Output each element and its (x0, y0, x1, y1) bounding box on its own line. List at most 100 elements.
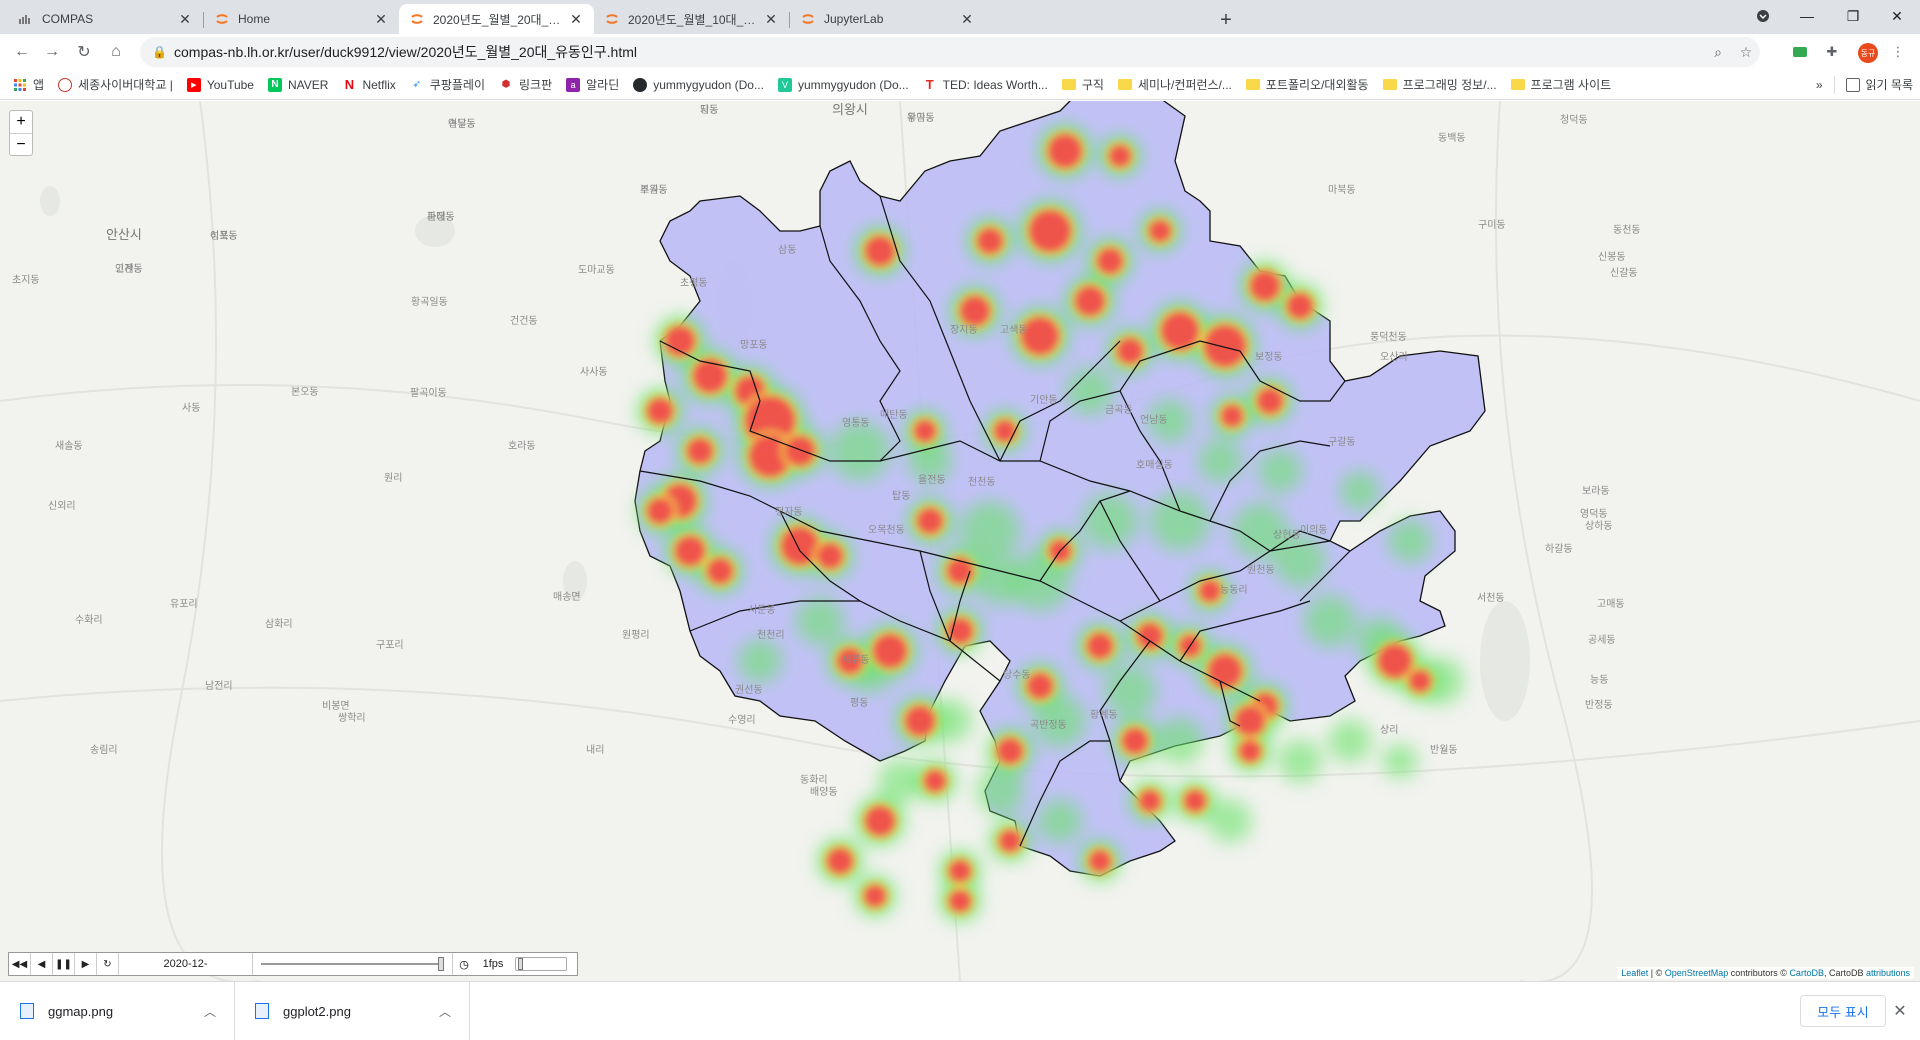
chevron-up-icon[interactable]: ︿ (439, 1003, 451, 1020)
chevron-up-icon[interactable]: ︿ (204, 1003, 216, 1020)
menu-dots-icon[interactable]: ⋮ (1886, 40, 1910, 64)
place-label: 초평동 (680, 278, 708, 289)
extensions-puzzle-icon[interactable]: ✚ (1820, 40, 1844, 64)
zoom-out-button[interactable]: − (10, 133, 32, 155)
place-label: 황계동 (1090, 710, 1118, 721)
osm-link[interactable]: OpenStreetMap (1665, 968, 1729, 978)
bookmark-star-icon[interactable]: ☆ (1732, 38, 1760, 66)
step-forward-icon[interactable]: ▶ (75, 953, 97, 975)
close-icon[interactable]: ✕ (568, 11, 584, 27)
heat-spot (1220, 404, 1244, 428)
aladin-icon: a (566, 77, 581, 92)
bookmark-coupang-play[interactable]: ➶ 쿠팡플레이 (403, 72, 492, 98)
place-label: 반정동 (1585, 700, 1613, 711)
avatar[interactable]: 동규 (1858, 43, 1878, 63)
bookmark-naver[interactable]: N NAVER (261, 72, 335, 98)
tab-10s-population[interactable]: 2020년도_월별_10대_유동인구.ht ✕ (594, 4, 789, 34)
download-bar: ggmap.png ︿ ggplot2.png ︿ 모두 표시 ✕ (0, 981, 1920, 1040)
tab-20s-population[interactable]: 2020년도_월별_20대_유동인구.ht ✕ (399, 4, 594, 34)
minimize-icon[interactable]: — (1784, 0, 1830, 32)
time-slider[interactable] (253, 953, 453, 975)
zoom-in-button[interactable]: + (10, 111, 32, 133)
time-slider-handle[interactable] (438, 957, 444, 971)
reading-list-button[interactable]: 읽기 목록 (1839, 72, 1920, 98)
heat-spot (998, 829, 1022, 853)
zoom-magnifier-icon[interactable]: ⌕ (1704, 38, 1732, 66)
home-icon[interactable]: ⌂ (102, 38, 130, 66)
bookmark-github[interactable]: yummygyudon (Do... (626, 72, 771, 98)
url-text[interactable]: compas-nb.lh.or.kr/user/duck9912/view/20… (174, 42, 1704, 62)
extension-green-icon[interactable] (1788, 40, 1812, 64)
tab-home[interactable]: Home ✕ (204, 4, 399, 34)
place-label: 망포동 (740, 340, 768, 351)
attributions-link[interactable]: attributions (1866, 968, 1910, 978)
show-all-button[interactable]: 모두 표시 (1800, 995, 1886, 1027)
bookmark-label: 링크판 (518, 78, 553, 92)
github-icon (633, 77, 648, 92)
back-icon[interactable]: ← (8, 38, 36, 66)
tab-jupyterlab[interactable]: JupyterLab ✕ (790, 4, 985, 34)
loop-icon[interactable]: ↻ (97, 953, 119, 975)
netflix-icon: N (344, 77, 355, 92)
heat-spot (1148, 219, 1172, 243)
bookmarks-overflow-button[interactable]: » (1809, 72, 1830, 98)
place-label: 마북동 (1328, 185, 1356, 196)
close-icon[interactable]: ✕ (959, 11, 975, 27)
bookmark-ted[interactable]: T TED: Ideas Worth... (916, 72, 1055, 98)
bookmark-folder-programming[interactable]: 프로그래밍 정보/... (1376, 72, 1504, 98)
tab-search-icon[interactable] (1740, 0, 1786, 32)
heat-spot (1304, 595, 1356, 647)
bookmark-sejong[interactable]: 세종사이버대학교 | (51, 72, 180, 98)
place-label: 초지동 (12, 275, 40, 286)
heatmap-map[interactable]: 당동 왕곡동 속달동 부곡동 둔대동 성포동 고잔동 초지동 도마교동 초평동 삼동 황곡일동 건건동 사… (0, 101, 1920, 981)
fps-slider-handle[interactable] (518, 958, 523, 970)
skip-back-icon[interactable]: ◀◀ (9, 953, 31, 975)
close-icon[interactable]: ✕ (763, 11, 779, 27)
address-bar[interactable]: 🔒 compas-nb.lh.or.kr/user/duck9912/view/… (140, 37, 1760, 67)
close-icon[interactable]: ✕ (1890, 1001, 1910, 1021)
place-label: 이목동 (210, 231, 238, 242)
heat-spot (996, 737, 1024, 765)
download-filename: ggmap.png (48, 1003, 114, 1019)
window-close-icon[interactable]: ✕ (1874, 0, 1920, 32)
reload-icon[interactable]: ↻ (70, 38, 98, 66)
bookmark-velog[interactable]: V yummygyudon (Do... (771, 72, 916, 98)
ted-icon: T (925, 77, 934, 92)
place-label: 당수동 (1003, 670, 1031, 681)
bookmark-folder-portfolio[interactable]: 포트폴리오/대외활동 (1239, 72, 1376, 98)
tab-compas[interactable]: COMPAS ✕ (8, 4, 203, 34)
restore-icon[interactable]: ❐ (1830, 0, 1876, 32)
cartodb-link[interactable]: CartoDB (1789, 968, 1824, 978)
place-label: 신갈동 (1610, 268, 1638, 279)
new-tab-button[interactable]: + (1212, 6, 1240, 34)
bookmark-label: TED: Ideas Worth... (942, 77, 1048, 92)
fps-slider[interactable] (515, 957, 567, 971)
leaflet-link[interactable]: Leaflet (1621, 968, 1648, 978)
download-item[interactable]: ggmap.png ︿ (0, 982, 235, 1040)
time-display: 2020-12- (119, 953, 253, 975)
place-label: 보정동 (1255, 352, 1283, 363)
pause-icon[interactable]: ❚❚ (53, 953, 75, 975)
heat-spot (976, 767, 1024, 815)
place-label: 오산리 (1380, 352, 1408, 363)
bookmark-aladin[interactable]: a 알라딘 (559, 72, 626, 98)
heat-spot (1198, 579, 1222, 603)
download-item[interactable]: ggplot2.png ︿ (235, 982, 470, 1040)
bookmark-linkpan[interactable]: ⬢ 링크판 (492, 72, 559, 98)
place-label: 건건동 (510, 316, 538, 327)
bookmark-apps[interactable]: 앱 (6, 72, 51, 98)
bookmark-netflix[interactable]: N Netflix (335, 72, 402, 98)
heat-spot (646, 497, 674, 525)
forward-icon[interactable]: → (38, 38, 66, 66)
bookmark-folder-seminar[interactable]: 세미나/컨퍼런스/... (1111, 72, 1239, 98)
close-icon[interactable]: ✕ (177, 11, 193, 27)
bookmark-folder-program-sites[interactable]: 프로그램 사이트 (1504, 72, 1619, 98)
bookmark-folder-jobs[interactable]: 구직 (1055, 72, 1111, 98)
bookmark-youtube[interactable]: ▶ YouTube (180, 72, 261, 98)
step-back-icon[interactable]: ◀ (31, 953, 53, 975)
place-label: 신봉동 (1598, 252, 1626, 263)
close-icon[interactable]: ✕ (373, 11, 389, 27)
place-label: 영덕동 (1580, 509, 1608, 520)
place-label: 평동 (850, 698, 869, 709)
heat-spot (1047, 133, 1083, 169)
